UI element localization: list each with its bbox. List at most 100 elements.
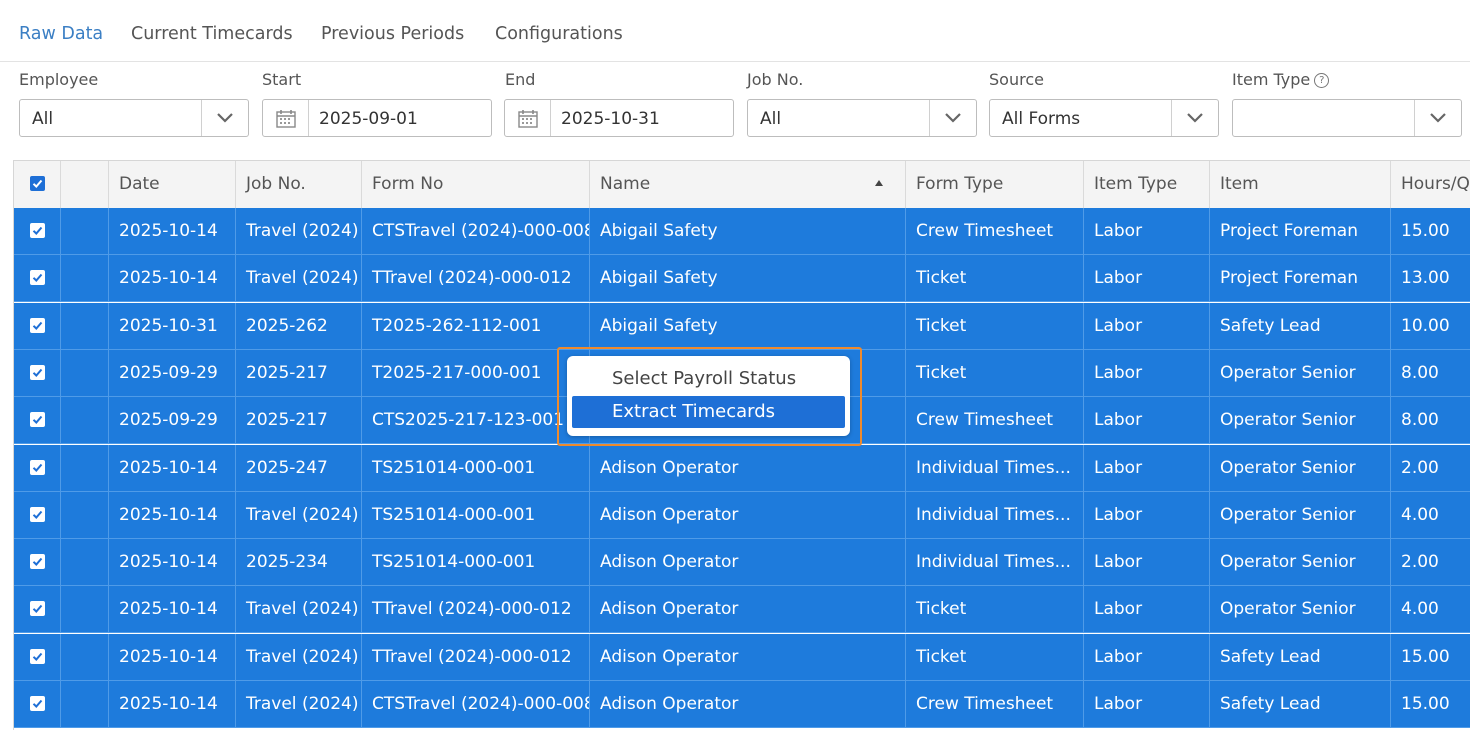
cell-name: Adison Operator	[590, 586, 906, 633]
row-checkbox[interactable]	[30, 601, 45, 617]
column-header-item[interactable]: Item	[1210, 161, 1391, 208]
tab-configurations[interactable]: Configurations	[495, 24, 623, 44]
cell-job-no: Travel (2024)	[236, 586, 362, 633]
cell-name: Adison Operator	[590, 539, 906, 586]
cell-hours: 4.00	[1391, 586, 1470, 632]
row-select-cell	[14, 491, 61, 538]
cell-form-no: CTSTravel (2024)-000-008	[362, 681, 590, 727]
row-checkbox[interactable]	[30, 364, 45, 380]
cell-item-type: Labor	[1084, 633, 1210, 680]
row-select-cell	[14, 444, 61, 491]
cell-item-type: Labor	[1084, 397, 1210, 444]
calendar-icon[interactable]	[263, 100, 309, 136]
cell-date: 2025-10-14	[109, 444, 236, 491]
table-row[interactable]: 2025-10-14 Travel (2024) TTravel (2024)-00…	[14, 633, 1470, 681]
table-row[interactable]: 2025-10-14 2025-247 TS251014-000-001 Adison…	[14, 444, 1470, 492]
select-payroll-status-menu-item[interactable]: Select Payroll Status	[572, 363, 845, 395]
expand-column-header	[61, 161, 109, 208]
cell-item-type: Labor	[1084, 349, 1210, 396]
row-expand-cell	[61, 539, 109, 586]
cell-hours: 13.00	[1391, 255, 1470, 301]
table-row[interactable]: 2025-10-31 2025-262 T2025-262-112-001 Abiga…	[14, 302, 1470, 350]
extract-timecards-menu-item[interactable]: Extract Timecards	[572, 396, 845, 428]
cell-form-type: Ticket	[906, 255, 1084, 302]
item-type-select[interactable]	[1232, 99, 1462, 137]
cell-form-no: TS251014-000-001	[362, 491, 590, 538]
cell-form-type: Individual Times...	[906, 491, 1084, 538]
table-row[interactable]: 2025-10-14 Travel (2024) CTSTravel (2024)-…	[14, 208, 1470, 255]
end-date-input[interactable]: 2025-10-31	[504, 99, 734, 137]
row-checkbox[interactable]	[30, 648, 45, 664]
cell-item-type: Labor	[1084, 444, 1210, 491]
start-date-input[interactable]: 2025-09-01	[262, 99, 492, 137]
cell-hours: 10.00	[1391, 303, 1470, 349]
cell-form-type: Individual Times...	[906, 444, 1084, 491]
cell-date: 2025-10-14	[109, 586, 236, 633]
chevron-down-icon[interactable]	[1414, 100, 1461, 136]
table-row[interactable]: 2025-10-14 2025-234 TS251014-000-001 Adison…	[14, 539, 1470, 587]
row-checkbox[interactable]	[30, 554, 45, 570]
row-select-cell	[14, 681, 61, 727]
row-select-cell	[14, 633, 61, 680]
column-header-form-type[interactable]: Form Type	[906, 161, 1084, 208]
column-header-job-no[interactable]: Job No.	[236, 161, 362, 208]
cell-hours: 8.00	[1391, 350, 1470, 396]
chevron-down-icon[interactable]	[201, 100, 248, 136]
column-header-form-no[interactable]: Form No	[362, 161, 590, 208]
cell-item: Safety Lead	[1210, 633, 1391, 680]
row-checkbox[interactable]	[30, 696, 45, 711]
tab-current-timecards[interactable]: Current Timecards	[131, 24, 293, 44]
column-header-hours[interactable]: Hours/Q	[1391, 161, 1470, 208]
cell-job-no: Travel (2024)	[236, 633, 362, 680]
job-no-select[interactable]: All	[747, 99, 977, 137]
chevron-down-icon[interactable]	[929, 100, 976, 136]
cell-job-no: Travel (2024)	[236, 681, 362, 727]
cell-hours: 15.00	[1391, 681, 1470, 727]
cell-item-type: Labor	[1084, 208, 1210, 254]
column-header-name[interactable]: Name	[590, 161, 906, 208]
cell-job-no: 2025-217	[236, 397, 362, 444]
row-checkbox[interactable]	[30, 270, 45, 286]
cell-item-type: Labor	[1084, 491, 1210, 538]
table-row[interactable]: 2025-10-14 Travel (2024) TS251014-000-001 A…	[14, 491, 1470, 539]
row-select-cell	[14, 349, 61, 396]
cell-form-no: T2025-262-112-001	[362, 302, 590, 349]
source-select[interactable]: All Forms	[989, 99, 1219, 137]
calendar-icon[interactable]	[505, 100, 551, 136]
cell-hours: 15.00	[1391, 634, 1470, 680]
row-expand-cell	[61, 444, 109, 491]
chevron-down-icon[interactable]	[1171, 100, 1218, 136]
cell-form-type: Crew Timesheet	[906, 681, 1084, 727]
cell-job-no: Travel (2024)	[236, 491, 362, 538]
row-expand-cell	[61, 302, 109, 349]
cell-item: Safety Lead	[1210, 302, 1391, 349]
help-icon[interactable]: ?	[1314, 73, 1330, 88]
table-row[interactable]: 2025-10-14 Travel (2024) TTravel (2024)-00…	[14, 255, 1470, 303]
row-checkbox[interactable]	[30, 317, 45, 333]
select-all-checkbox[interactable]	[30, 176, 45, 191]
cell-item-type: Labor	[1084, 586, 1210, 633]
table-row[interactable]: 2025-10-14 Travel (2024) TTravel (2024)-00…	[14, 586, 1470, 634]
tab-previous-periods[interactable]: Previous Periods	[321, 24, 464, 44]
row-checkbox[interactable]	[30, 506, 45, 522]
table-row[interactable]: 2025-10-14 Travel (2024) CTSTravel (2024)-…	[14, 681, 1470, 728]
end-label: End	[505, 70, 536, 89]
context-menu: Select Payroll Status Extract Timecards	[567, 356, 850, 436]
start-date-value: 2025-09-01	[319, 109, 418, 129]
cell-item: Operator Senior	[1210, 491, 1391, 538]
cell-item-type: Labor	[1084, 302, 1210, 349]
job-no-label: Job No.	[747, 70, 804, 89]
cell-date: 2025-10-14	[109, 539, 236, 586]
grid-header: Date Job No. Form No Name Form Type Item…	[14, 161, 1470, 209]
employee-select[interactable]: All	[19, 99, 249, 137]
tab-raw-data[interactable]: Raw Data	[19, 24, 103, 44]
cell-form-type: Crew Timesheet	[906, 397, 1084, 444]
column-header-date[interactable]: Date	[109, 161, 236, 208]
row-expand-cell	[61, 397, 109, 444]
column-header-item-type[interactable]: Item Type	[1084, 161, 1210, 208]
row-checkbox[interactable]	[30, 412, 45, 428]
row-checkbox[interactable]	[30, 459, 45, 475]
cell-form-no: TTravel (2024)-000-012	[362, 633, 590, 680]
cell-form-no: CTSTravel (2024)-000-008	[362, 208, 590, 254]
row-checkbox[interactable]	[30, 223, 45, 238]
